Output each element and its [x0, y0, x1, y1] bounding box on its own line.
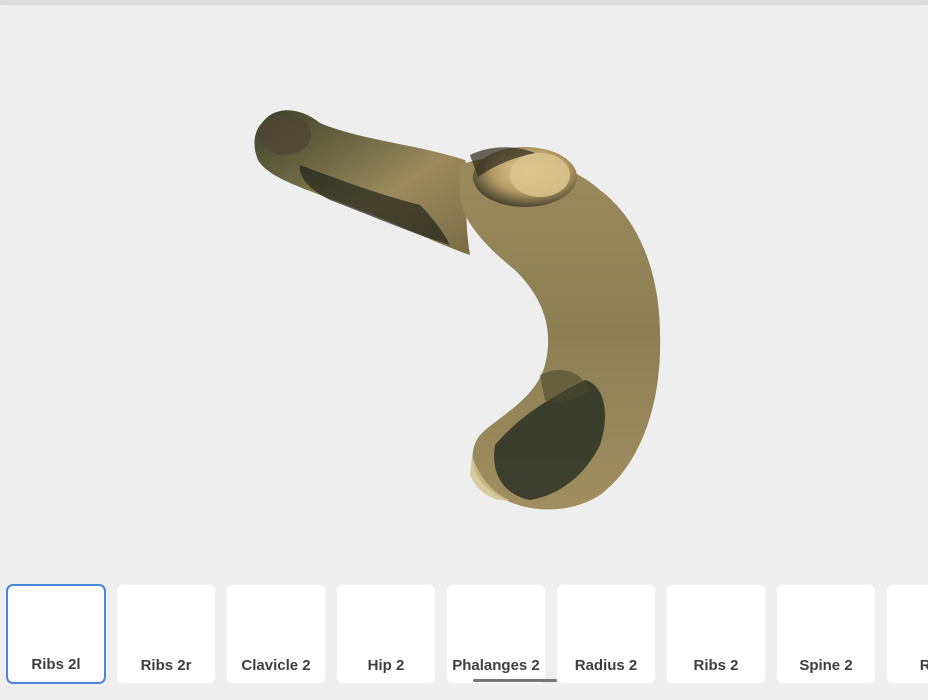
carousel-item-hip-2[interactable]: Hip 2 — [336, 584, 436, 684]
carousel-item-spine-2[interactable]: Spine 2 — [776, 584, 876, 684]
carousel-scrollbar[interactable] — [473, 679, 557, 682]
part-carousel[interactable]: Ribs 2l Ribs 2r Clavicle 2 Hip 2 Phalang… — [0, 580, 928, 690]
carousel-item-clavicle-2[interactable]: Clavicle 2 — [226, 584, 326, 684]
carousel-item-label: Ribs 2r — [140, 657, 192, 674]
carousel-item-label: Ribs 2 — [693, 657, 739, 674]
app-frame: Ribs 2l Ribs 2r Clavicle 2 Hip 2 Phalang… — [0, 0, 928, 700]
carousel-item-label: Radius 2 — [574, 657, 638, 674]
bone-model[interactable] — [0, 5, 928, 575]
carousel-item-label: Clavicle 2 — [241, 657, 311, 674]
carousel-item-radius-2[interactable]: Radius 2 — [556, 584, 656, 684]
carousel-item-label: Spine 2 — [799, 657, 853, 674]
carousel-item-label: Ribs — [919, 657, 928, 674]
3d-viewer[interactable] — [0, 5, 928, 575]
carousel-item-ribs-2l[interactable]: Ribs 2l — [6, 584, 106, 684]
carousel-item-ribs[interactable]: Ribs — [886, 584, 928, 684]
carousel-item-ribs-2[interactable]: Ribs 2 — [666, 584, 766, 684]
carousel-item-phalanges-2[interactable]: Phalanges 2 — [446, 584, 546, 684]
carousel-item-label: Ribs 2l — [31, 656, 81, 673]
carousel-item-ribs-2r[interactable]: Ribs 2r — [116, 584, 216, 684]
carousel-item-label: Hip 2 — [367, 657, 405, 674]
